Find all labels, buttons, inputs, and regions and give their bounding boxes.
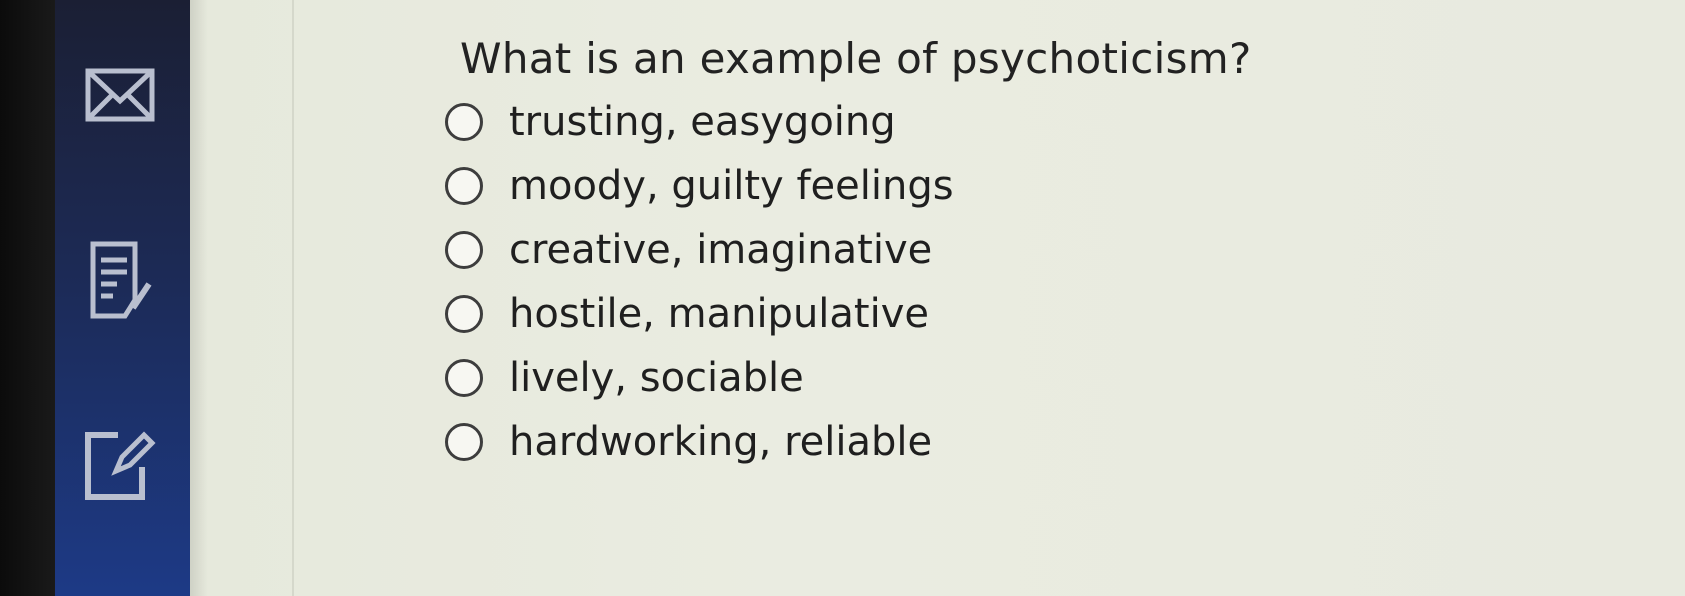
mail-icon[interactable] bbox=[60, 50, 180, 140]
radio-button[interactable] bbox=[445, 231, 483, 269]
radio-button[interactable] bbox=[445, 167, 483, 205]
option-label: moody, guilty feelings bbox=[509, 163, 954, 209]
option-label: hostile, manipulative bbox=[509, 291, 929, 337]
option-label: hardworking, reliable bbox=[509, 419, 933, 465]
option-label: lively, sociable bbox=[509, 355, 804, 401]
answer-option[interactable]: hardworking, reliable bbox=[445, 410, 954, 474]
answer-options: trusting, easygoing moody, guilty feelin… bbox=[445, 90, 954, 474]
edit-icon[interactable] bbox=[60, 420, 180, 510]
radio-button[interactable] bbox=[445, 295, 483, 333]
radio-button[interactable] bbox=[445, 423, 483, 461]
option-label: creative, imaginative bbox=[509, 227, 933, 273]
question-panel: What is an example of psychoticism? trus… bbox=[190, 0, 1685, 596]
notes-icon[interactable] bbox=[60, 235, 180, 325]
radio-button[interactable] bbox=[445, 103, 483, 141]
radio-button[interactable] bbox=[445, 359, 483, 397]
answer-option[interactable]: creative, imaginative bbox=[445, 218, 954, 282]
panel-divider bbox=[292, 0, 294, 596]
answer-option[interactable]: moody, guilty feelings bbox=[445, 154, 954, 218]
screen: What is an example of psychoticism? trus… bbox=[0, 0, 1685, 596]
option-label: trusting, easygoing bbox=[509, 99, 896, 145]
question-text: What is an example of psychoticism? bbox=[460, 34, 1252, 83]
answer-option[interactable]: lively, sociable bbox=[445, 346, 954, 410]
answer-option[interactable]: trusting, easygoing bbox=[445, 90, 954, 154]
answer-option[interactable]: hostile, manipulative bbox=[445, 282, 954, 346]
